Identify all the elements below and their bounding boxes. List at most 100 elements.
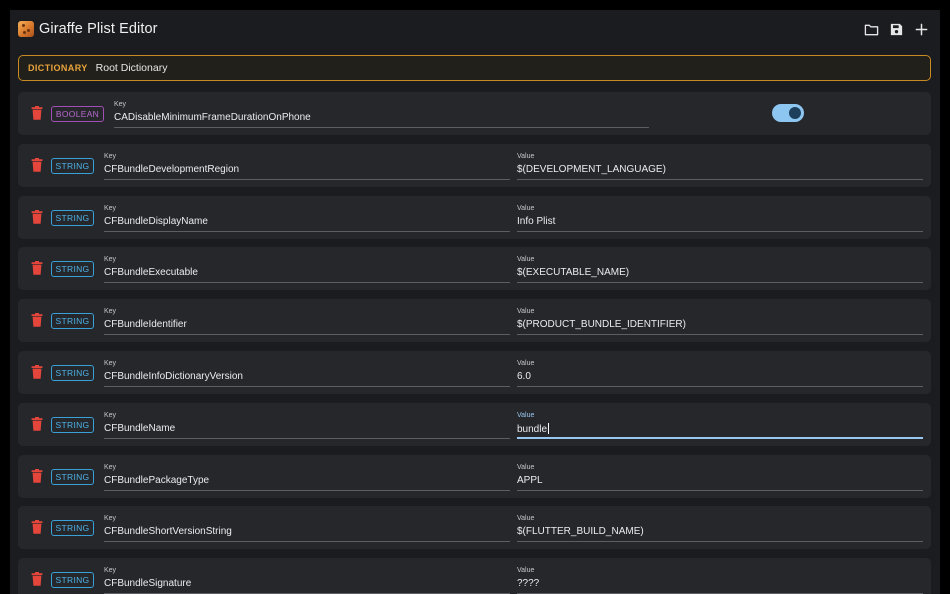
key-field[interactable]: Key CFBundleShortVersionString xyxy=(104,515,510,543)
key-text: CFBundleDisplayName xyxy=(104,215,208,227)
value-field[interactable]: Value APPL xyxy=(517,464,923,491)
boolean-toggle[interactable] xyxy=(772,104,804,122)
toolbar xyxy=(863,21,930,38)
key-label: Key xyxy=(104,463,117,471)
value-label: Value xyxy=(517,463,535,471)
value-field[interactable]: Value 6.0 xyxy=(517,360,923,387)
key-field[interactable]: Key CFBundleDevelopmentRegion xyxy=(104,153,510,180)
value-label: Value xyxy=(517,152,535,160)
trash-icon xyxy=(31,364,43,379)
value-label: Value xyxy=(517,567,535,575)
root-dictionary-bar[interactable]: DICTIONARY Root Dictionary xyxy=(18,55,931,81)
key-label: Key xyxy=(104,411,117,419)
entry-row: STRING Key CFBundleShortVersionString Value… xyxy=(18,506,931,550)
key-field[interactable]: Key CFBundleExecutable xyxy=(104,256,510,284)
value-text: Info Plist xyxy=(517,215,556,227)
key-field[interactable]: Key CFBundlePackageType xyxy=(104,464,510,491)
key-text: CFBundleSignature xyxy=(104,578,192,590)
type-badge[interactable]: STRING xyxy=(51,520,94,537)
entry-row: STRING Key CFBundleDisplayName Value Info Pl… xyxy=(18,195,931,239)
root-name: Root Dictionary xyxy=(95,62,168,74)
key-field[interactable]: Key CADisableMinimumFrameDurationOnPhone xyxy=(114,101,649,128)
key-text: CFBundlePackageType xyxy=(104,474,210,486)
entry-row: STRING Key CFBundleExecutable Value $(EXECUT… xyxy=(18,247,931,291)
add-entry-button[interactable] xyxy=(913,21,930,38)
delete-entry-button[interactable] xyxy=(31,261,43,276)
value-text: APPL xyxy=(517,474,543,486)
entry-row: STRING Key CFBundleSignature Value???? xyxy=(18,558,931,594)
trash-icon xyxy=(31,313,43,327)
value-label: Value xyxy=(517,411,535,419)
value-field[interactable]: Value $(PRODUCT_BUNDLE_IDENTIFIER) xyxy=(517,308,923,336)
root-type-badge: DICTIONARY xyxy=(28,63,88,73)
folder-icon xyxy=(864,24,879,35)
type-badge[interactable]: STRING xyxy=(51,209,94,226)
type-badge[interactable]: BOOLEAN xyxy=(51,106,104,122)
key-field[interactable]: Key CFBundleSignature xyxy=(104,567,510,594)
app-window: Giraffe Plist Editor DICTIONARY Root Dic… xyxy=(10,10,940,594)
key-text: CFBundleDevelopmentRegion xyxy=(104,163,240,175)
key-label: Key xyxy=(104,308,117,316)
value-label: Value xyxy=(517,308,535,316)
entry-row: STRING Key CFBundleInfoDictionaryVersion Va… xyxy=(18,350,931,394)
value-field[interactable]: Value $(DEVELOPMENT_LANGUAGE) xyxy=(517,153,923,180)
value-field[interactable]: Value???? xyxy=(517,567,923,594)
value-field[interactable]: Value Info Plist xyxy=(517,205,923,232)
key-field[interactable]: Key CFBundleInfoDictionaryVersion xyxy=(104,360,510,387)
entry-row: STRING Key CFBundleDevelopmentRegion Value $… xyxy=(18,143,931,187)
type-badge[interactable]: STRING xyxy=(51,468,94,485)
app-title: Giraffe Plist Editor xyxy=(39,21,158,37)
value-text: ???? xyxy=(517,578,540,590)
trash-icon xyxy=(31,520,43,535)
save-icon xyxy=(890,23,903,35)
key-field[interactable]: Key CFBundleName xyxy=(104,412,510,439)
value-field[interactable]: Value $(EXECUTABLE_NAME) xyxy=(517,256,923,284)
value-text: $(EXECUTABLE_NAME) xyxy=(517,267,630,279)
key-label: Key xyxy=(104,567,117,575)
key-text: CFBundleIdentifier xyxy=(104,319,187,331)
key-text: CFBundleExecutable xyxy=(104,267,198,279)
type-badge[interactable]: STRING xyxy=(51,157,94,174)
key-text: CFBundleName xyxy=(104,422,176,434)
trash-icon xyxy=(31,261,43,276)
key-field[interactable]: Key CFBundleDisplayName xyxy=(104,205,510,232)
delete-entry-button[interactable] xyxy=(31,313,43,327)
plus-icon xyxy=(915,23,928,35)
value-text: $(PRODUCT_BUNDLE_IDENTIFIER) xyxy=(517,319,686,331)
value-label: Value xyxy=(517,204,535,212)
delete-entry-button[interactable] xyxy=(31,364,43,379)
value-label: Value xyxy=(517,359,535,367)
delete-entry-button[interactable] xyxy=(31,416,43,431)
value-label: Value xyxy=(517,515,535,523)
key-text: CADisableMinimumFrameDurationOnPhone xyxy=(114,112,311,123)
key-text: CFBundleShortVersionString xyxy=(104,526,232,538)
text-caret xyxy=(548,422,550,434)
value-text: $(FLUTTER_BUILD_NAME) xyxy=(517,526,644,538)
type-badge[interactable]: STRING xyxy=(51,416,94,433)
value-label: Value xyxy=(517,256,535,264)
type-badge[interactable]: STRING xyxy=(51,572,94,589)
type-badge[interactable]: STRING xyxy=(51,313,94,330)
delete-entry-button[interactable] xyxy=(31,209,43,224)
key-label: Key xyxy=(104,256,117,264)
entry-row: STRING Key CFBundleName Value bundle xyxy=(18,402,931,446)
delete-entry-button[interactable] xyxy=(31,157,43,172)
delete-entry-button[interactable] xyxy=(31,106,43,120)
value-field[interactable]: Value $(FLUTTER_BUILD_NAME) xyxy=(517,515,923,543)
save-button[interactable] xyxy=(888,21,905,38)
entries-list: BOOLEAN Key CADisableMinimumFrameDurationO… xyxy=(18,92,931,594)
delete-entry-button[interactable] xyxy=(31,572,43,586)
key-label: Key xyxy=(114,101,127,108)
key-field[interactable]: Key CFBundleIdentifier xyxy=(104,308,510,336)
type-badge[interactable]: STRING xyxy=(51,364,94,381)
type-badge[interactable]: STRING xyxy=(51,261,94,278)
delete-entry-button[interactable] xyxy=(31,468,43,483)
delete-entry-button[interactable] xyxy=(31,520,43,535)
key-label: Key xyxy=(104,359,117,367)
trash-icon xyxy=(31,157,43,172)
trash-icon xyxy=(31,416,43,431)
value-text: $(DEVELOPMENT_LANGUAGE) xyxy=(517,163,666,175)
key-label: Key xyxy=(104,152,117,160)
open-folder-button[interactable] xyxy=(863,21,880,38)
value-field[interactable]: Value bundle xyxy=(517,412,923,439)
